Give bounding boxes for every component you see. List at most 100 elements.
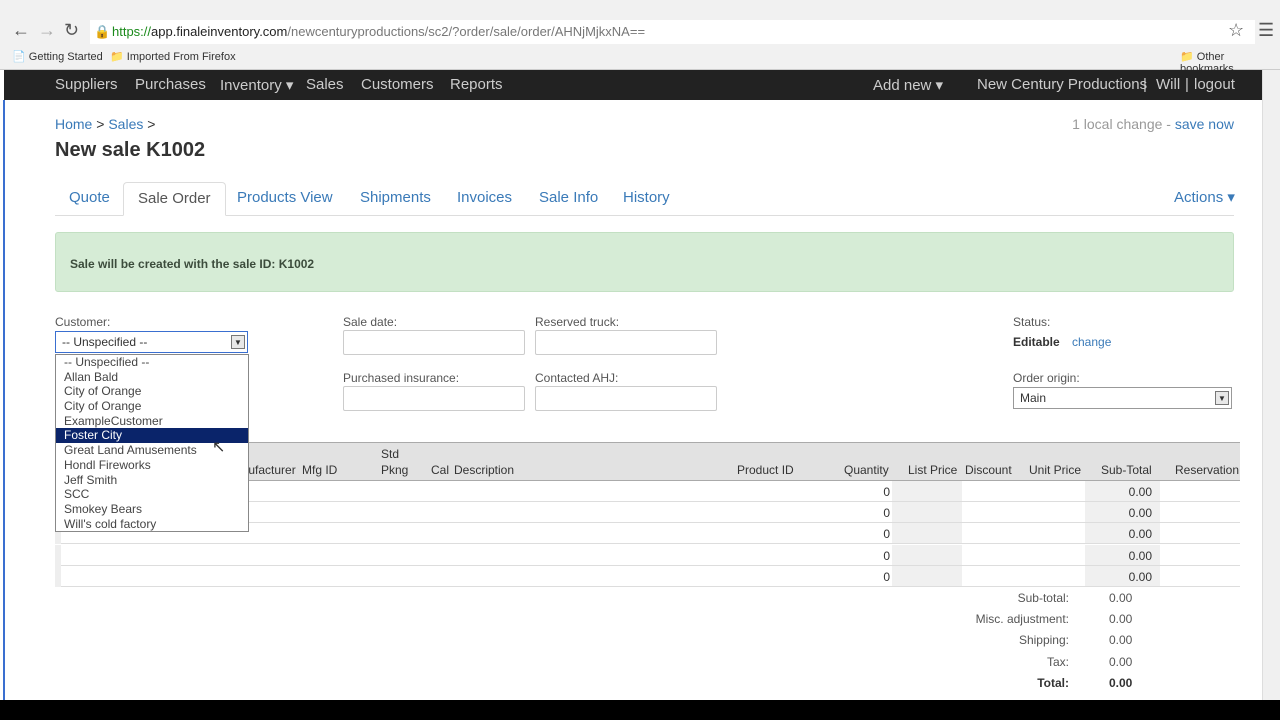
order-origin-value: Main [1020,391,1047,405]
total-label: Misc. adjustment: [975,612,1069,627]
customer-option[interactable]: Will's cold factory [56,517,248,532]
quantity-cell[interactable]: 0 [835,549,890,563]
nav-logout[interactable]: logout [1194,76,1235,93]
col-pkng[interactable]: Pkng [381,463,408,477]
customer-option[interactable]: Smokey Bears [56,502,248,517]
breadcrumb-sales[interactable]: Sales [108,116,143,132]
status-change-link[interactable]: change [1072,335,1111,349]
list-price-cell [892,565,962,586]
row-gutter [55,565,61,587]
tab-sale-info[interactable]: Sale Info [525,182,612,216]
total-value: 0.00 [1109,591,1133,605]
list-price-cell [892,523,962,544]
save-now-link[interactable]: save now [1175,116,1234,132]
order-origin-label: Order origin: [1013,371,1080,385]
tab-history[interactable]: History [609,182,684,216]
order-origin-select[interactable]: Main ▼ [1013,387,1232,409]
col-mfg-id[interactable]: Mfg ID [302,463,337,477]
customer-option[interactable]: City of Orange [56,399,248,414]
total-label: Tax: [1046,654,1069,669]
tab-sale-order[interactable]: Sale Order [123,182,226,216]
status-value: Editable [1013,335,1060,349]
tab-invoices[interactable]: Invoices [443,182,526,216]
sub-total-value: 0.00 [1128,569,1152,584]
nav-user[interactable]: Will [1156,76,1180,93]
star-icon[interactable]: ☆ [1228,20,1244,41]
reload-icon[interactable]: ↻ [64,20,79,41]
nav-inventory[interactable]: Inventory ▾ [220,76,293,94]
col-reservation[interactable]: Reservation [1175,463,1239,477]
breadcrumb-sep: > [147,116,156,132]
col-description[interactable]: Description [454,463,514,477]
nav-purchases[interactable]: Purchases [135,76,206,93]
col-product-id[interactable]: Product ID [737,463,794,477]
sub-total-value: 0.00 [1128,548,1152,563]
list-price-cell [892,544,962,565]
nav-company[interactable]: New Century Productions [977,76,1147,93]
col-list-price[interactable]: List Price [908,463,957,477]
quantity-cell[interactable]: 0 [835,506,890,520]
nav-sep: | [1185,76,1189,93]
col-cal[interactable]: Cal [431,463,449,477]
sub-total-value: 0.00 [1128,527,1152,542]
nav-customers[interactable]: Customers [361,76,434,93]
customer-select[interactable]: -- Unspecified -- ▼ [55,331,248,353]
address-bar[interactable]: 🔒 https://app.finaleinventory.com/newcent… [90,20,1255,44]
bookmark-label: Imported From Firefox [126,51,236,63]
sale-date-label: Sale date: [343,315,398,329]
table-row[interactable]: 0 0.00 [55,565,1240,587]
contacted-ahj-label: Contacted AHJ: [535,371,619,385]
nav-reports[interactable]: Reports [450,76,503,93]
breadcrumb-home[interactable]: Home [55,116,92,132]
breadcrumb: Home > Sales > [55,116,155,132]
col-std[interactable]: Std [381,447,399,461]
page-title: New sale K1002 [55,139,206,161]
sub-total-value: 0.00 [1128,485,1152,499]
col-discount[interactable]: Discount [965,463,1012,477]
actions-menu[interactable]: Actions ▾ [1160,182,1249,216]
chevron-down-icon: ▼ [231,335,245,349]
forward-icon[interactable]: → [38,20,56,41]
quantity-cell[interactable]: 0 [835,485,890,499]
total-label: Total: [1037,675,1069,690]
purchased-insurance-input[interactable] [343,386,525,411]
total-label: Sub-total: [1017,591,1069,605]
customer-option[interactable]: City of Orange [56,384,248,399]
table-row[interactable]: 0 0.00 [55,544,1240,566]
total-value: 0.00 [1109,612,1133,627]
nav-sales[interactable]: Sales [306,76,344,93]
purchased-insurance-label: Purchased insurance: [343,371,460,385]
nav-add-new[interactable]: Add new ▾ [873,76,943,94]
quantity-cell[interactable]: 0 [835,570,890,584]
customer-option[interactable]: Allan Bald [56,370,248,385]
col-unit-price[interactable]: Unit Price [1029,463,1081,477]
bookmark-imported[interactable]: 📁 Imported From Firefox [110,50,236,63]
customer-option[interactable]: SCC [56,487,248,502]
list-price-cell [892,481,962,501]
reserved-truck-input[interactable] [535,330,717,355]
url-domain: app.finaleinventory.com [151,24,288,39]
bookmark-getting-started[interactable]: 📄 Getting Started [12,50,103,63]
tab-shipments[interactable]: Shipments [346,182,445,216]
customer-option[interactable]: Hondl Fireworks [56,458,248,473]
browser-chrome: ← → ↻ 🔒 https://app.finaleinventory.com/n… [0,0,1280,75]
total-value: 0.00 [1109,654,1133,669]
customer-option[interactable]: Jeff Smith [56,473,248,488]
bookmark-label: Getting Started [28,51,103,63]
url-path: /newcenturyproductions/sc2/?order/sale/o… [287,24,646,39]
tab-products-view[interactable]: Products View [223,182,347,216]
nav-suppliers[interactable]: Suppliers [55,76,118,93]
customer-option[interactable]: ExampleCustomer [56,414,248,429]
sale-date-input[interactable] [343,330,525,355]
col-quantity[interactable]: Quantity [844,463,889,477]
tab-quote[interactable]: Quote [55,182,124,216]
contacted-ahj-input[interactable] [535,386,717,411]
scrollbar[interactable] [1262,70,1280,700]
col-sub-total[interactable]: Sub-Total [1101,463,1152,477]
customer-option[interactable]: -- Unspecified -- [56,355,248,370]
menu-icon[interactable]: ☰ [1258,20,1274,41]
bottom-bar [0,700,1280,720]
back-icon[interactable]: ← [12,20,30,41]
quantity-cell[interactable]: 0 [835,527,890,541]
chevron-down-icon: ▼ [1215,391,1229,405]
